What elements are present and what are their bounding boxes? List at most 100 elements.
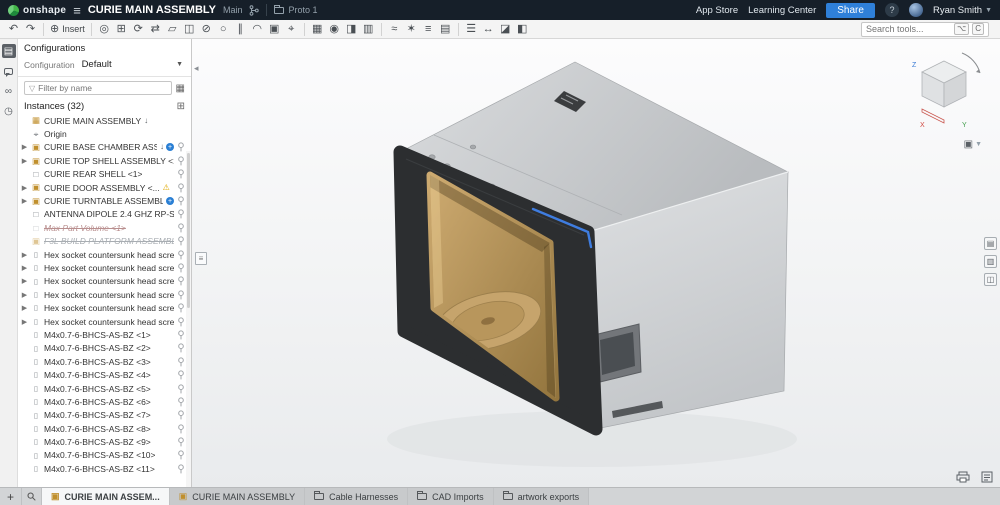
expand-chevron-icon[interactable]: ▶	[21, 291, 28, 299]
search-tools-box[interactable]: ⌥ C	[861, 22, 989, 37]
share-button[interactable]: Share	[826, 3, 875, 18]
insert-icon[interactable]: ⊕Insert	[48, 21, 87, 37]
measure-icon[interactable]: ↔	[480, 21, 497, 37]
redo-icon[interactable]: ↷	[22, 21, 39, 37]
insert-instance-icon[interactable]: ⊞	[177, 101, 185, 112]
pin-icon[interactable]	[177, 437, 185, 447]
tree-row[interactable]: ▣F3L BUILD PLATFORM ASSEMBL...	[18, 235, 191, 248]
pin-icon[interactable]	[177, 397, 185, 407]
tree-row[interactable]: ▯M4x0.7-6-BHCS-AS-BZ <10>	[18, 449, 191, 462]
cylindrical-mate-icon[interactable]: ◫	[181, 21, 198, 37]
tab-search-icon[interactable]	[22, 488, 42, 505]
printer-model[interactable]	[192, 39, 1000, 487]
document-tab[interactable]: ▣CURIE MAIN ASSEMBLY	[170, 488, 305, 505]
tree-row[interactable]: ▶▯Hex socket countersunk head screw M4x.…	[18, 275, 191, 288]
tree-row[interactable]: ▯M4x0.7-6-BHCS-AS-BZ <2>	[18, 342, 191, 355]
pin-icon[interactable]	[177, 263, 185, 273]
tree-row[interactable]: ▯M4x0.7-6-BHCS-AS-BZ <11>	[18, 462, 191, 475]
pin-icon[interactable]	[177, 236, 185, 246]
branch-icon[interactable]	[249, 5, 259, 16]
pin-icon[interactable]	[177, 169, 185, 179]
tree-row[interactable]: ▯M4x0.7-6-BHCS-AS-BZ <9>	[18, 435, 191, 448]
pin-icon[interactable]	[177, 223, 185, 233]
display-settings-icon[interactable]: ▣▼	[964, 139, 982, 150]
expand-chevron-icon[interactable]: ▶	[21, 264, 28, 272]
tangent-mate-icon[interactable]: ◠	[249, 21, 266, 37]
panel-toggle-versions-icon[interactable]: ◫	[984, 273, 997, 286]
3d-viewport[interactable]: ◂ ≡	[192, 39, 1000, 487]
tree-row[interactable]: □Max Part Volume <1>	[18, 221, 191, 234]
pin-icon[interactable]	[177, 330, 185, 340]
pin-slot-mate-icon[interactable]: ⊘	[198, 21, 215, 37]
tree-row[interactable]: ▶▯Hex socket countersunk head screw M4x.…	[18, 261, 191, 274]
tree-row[interactable]: ▯M4x0.7-6-BHCS-AS-BZ <1>	[18, 328, 191, 341]
follow-mode-icon[interactable]: ∞	[2, 84, 16, 98]
pin-icon[interactable]	[177, 343, 185, 353]
filter-box[interactable]: ▽	[24, 81, 172, 95]
linear-pattern-icon[interactable]: ▦	[309, 21, 326, 37]
pin-icon[interactable]	[177, 196, 185, 206]
pin-icon[interactable]	[177, 250, 185, 260]
tree-row[interactable]: ▶▣CURIE TOP SHELL ASSEMBLY <1>	[18, 154, 191, 167]
pin-icon[interactable]	[177, 450, 185, 460]
search-tools-input[interactable]	[866, 24, 951, 34]
app-store-link[interactable]: App Store	[696, 5, 738, 16]
comments-icon[interactable]	[2, 64, 16, 78]
learning-center-link[interactable]: Learning Center	[748, 5, 816, 16]
tree-row[interactable]: ▶▯Hex socket countersunk head screw M4x.…	[18, 288, 191, 301]
user-menu[interactable]: Ryan Smith ▼	[933, 5, 992, 16]
side-display-panel[interactable]	[594, 324, 641, 383]
tree-row[interactable]: ▯M4x0.7-6-BHCS-AS-BZ <7>	[18, 409, 191, 422]
expand-chevron-icon[interactable]: ▶	[21, 251, 28, 259]
pin-icon[interactable]	[177, 183, 185, 193]
revolute-mate-icon[interactable]: ⟳	[130, 21, 147, 37]
help-icon[interactable]: ?	[885, 3, 899, 17]
tree-row[interactable]: ▯M4x0.7-6-BHCS-AS-BZ <6>	[18, 395, 191, 408]
document-tab[interactable]: Cable Harnesses	[305, 488, 408, 505]
panel-toggle-bom-icon[interactable]: ▤	[984, 237, 997, 250]
list-view-toggle-icon[interactable]: ▦	[176, 83, 185, 94]
named-positions-icon[interactable]: ≡	[420, 21, 437, 37]
tree-row[interactable]: ▶▯Hex socket countersunk head screw M4x.…	[18, 248, 191, 261]
display-states-icon[interactable]: ▤	[437, 21, 454, 37]
panel-toggle-config-icon[interactable]: ▥	[984, 255, 997, 268]
tree-row[interactable]: ▶▣CURIE BASE CHAMBER ASSE...↓+	[18, 141, 191, 154]
sheet-list-icon[interactable]	[980, 471, 994, 483]
workspace-name[interactable]: Main	[223, 5, 243, 15]
tree-row[interactable]: ▯M4x0.7-6-BHCS-AS-BZ <8>	[18, 422, 191, 435]
planar-mate-icon[interactable]: ▱	[164, 21, 181, 37]
pin-icon[interactable]	[177, 464, 185, 474]
pin-icon[interactable]	[177, 410, 185, 420]
parallel-mate-icon[interactable]: ∥	[232, 21, 249, 37]
tree-row[interactable]: ▯M4x0.7-6-BHCS-AS-BZ <5>	[18, 382, 191, 395]
section-view-icon[interactable]: ◪	[497, 21, 514, 37]
tree-row[interactable]: ▶▯Hex socket countersunk head screw M4x.…	[18, 315, 191, 328]
pin-icon[interactable]	[177, 357, 185, 367]
pin-icon[interactable]	[177, 142, 185, 152]
tree-row[interactable]: ▯M4x0.7-6-BHCS-AS-BZ <3>	[18, 355, 191, 368]
tree-row[interactable]: ▯M4x0.7-6-BHCS-AS-BZ <4>	[18, 368, 191, 381]
print-icon[interactable]	[956, 471, 970, 483]
expand-chevron-icon[interactable]: ▶	[21, 143, 28, 151]
main-menu-icon[interactable]: ≡	[73, 4, 81, 17]
expand-chevron-icon[interactable]: ▶	[21, 318, 28, 326]
mirror-icon[interactable]: ◨	[343, 21, 360, 37]
group-icon[interactable]: ▣	[266, 21, 283, 37]
pin-icon[interactable]	[177, 370, 185, 380]
view-cube[interactable]: Z X Y	[904, 45, 988, 137]
document-tab[interactable]: artwork exports	[494, 488, 590, 505]
explode-view-icon[interactable]: ✶	[403, 21, 420, 37]
snap-mode-icon[interactable]: ≈	[386, 21, 403, 37]
undo-icon[interactable]: ↶	[5, 21, 22, 37]
pin-icon[interactable]	[177, 384, 185, 394]
pin-icon[interactable]	[177, 317, 185, 327]
fastened-mate-icon[interactable]: ⊞	[113, 21, 130, 37]
expand-chevron-icon[interactable]: ▶	[21, 304, 28, 312]
tree-row[interactable]: ▶▣CURIE DOOR ASSEMBLY <...⚠	[18, 181, 191, 194]
replicate-icon[interactable]: ▥	[360, 21, 377, 37]
bill-of-materials-icon[interactable]: ☰	[463, 21, 480, 37]
expand-chevron-icon[interactable]: ▶	[21, 277, 28, 285]
appearance-icon[interactable]: ◧	[514, 21, 531, 37]
tree-row[interactable]: ⌖Origin	[18, 127, 191, 140]
tree-row[interactable]: ▦CURIE MAIN ASSEMBLY↓	[18, 114, 191, 127]
